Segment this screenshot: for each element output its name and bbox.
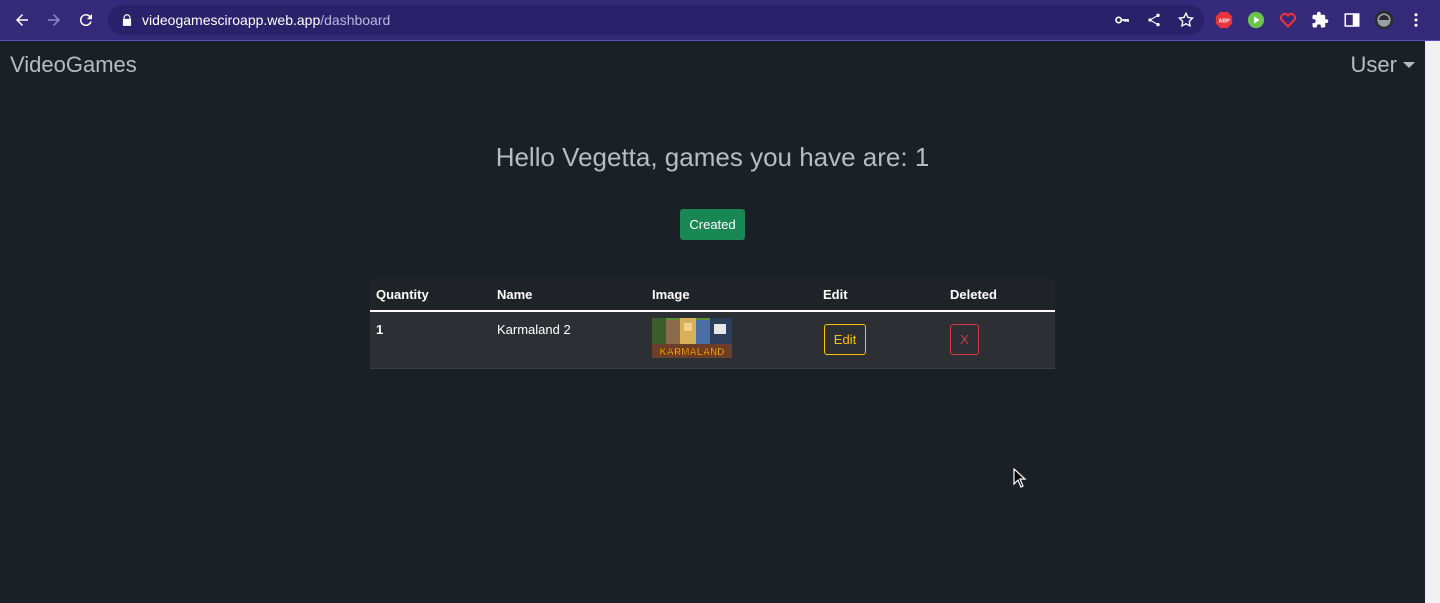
mouse-cursor-icon bbox=[1013, 468, 1027, 488]
created-button[interactable]: Created bbox=[680, 209, 745, 240]
header-image: Image bbox=[652, 286, 690, 302]
cell-name: Karmaland 2 bbox=[497, 322, 571, 337]
arrow-left-icon bbox=[16, 14, 28, 26]
header-quantity: Quantity bbox=[376, 286, 429, 302]
key-icon[interactable] bbox=[1112, 10, 1132, 30]
browser-toolbar: videogamesciroapp.web.app/dashboard ABP bbox=[0, 0, 1440, 40]
lock-icon bbox=[122, 14, 132, 26]
games-table: Quantity Name Image Edit Deleted 1 Karma… bbox=[370, 278, 1055, 369]
star-icon[interactable] bbox=[1176, 10, 1196, 30]
url-text: videogamesciroapp.web.app/dashboard bbox=[142, 12, 391, 28]
share-icon[interactable] bbox=[1144, 10, 1164, 30]
header-edit: Edit bbox=[823, 286, 848, 302]
forward-button[interactable] bbox=[38, 4, 70, 36]
cell-edit: Edit bbox=[817, 311, 944, 368]
cell-quantity: 1 bbox=[376, 322, 384, 337]
header-name: Name bbox=[497, 286, 533, 302]
page-title: Hello Vegetta, games you have are: 1 bbox=[495, 142, 930, 172]
kebab-menu-icon[interactable] bbox=[1406, 10, 1426, 30]
play-extension-icon[interactable] bbox=[1246, 10, 1266, 30]
page-content: VideoGames User Hello Vegetta, games you… bbox=[0, 41, 1425, 603]
header-deleted: Deleted bbox=[950, 286, 997, 302]
arrow-right-icon bbox=[48, 14, 60, 26]
back-button[interactable] bbox=[6, 4, 38, 36]
game-cover-caption: KARMALAND bbox=[660, 347, 725, 358]
address-bar[interactable]: videogamesciroapp.web.app/dashboard bbox=[108, 5, 1204, 35]
table-row: 1 Karmaland 2 KARMALAND Edit X bbox=[370, 311, 1055, 368]
table-header-row: Quantity Name Image Edit Deleted bbox=[370, 278, 1055, 311]
user-dropdown[interactable]: User bbox=[1351, 52, 1415, 78]
delete-button[interactable]: X bbox=[950, 324, 979, 355]
heart-extension-icon[interactable] bbox=[1278, 10, 1298, 30]
cell-image: KARMALAND bbox=[646, 311, 817, 368]
profile-avatar-icon[interactable] bbox=[1374, 10, 1394, 30]
game-cover-image: KARMALAND bbox=[652, 318, 732, 358]
scrollbar[interactable] bbox=[1425, 41, 1440, 603]
navbar-brand[interactable]: VideoGames bbox=[10, 52, 137, 78]
reload-button[interactable] bbox=[70, 4, 102, 36]
caret-down-icon bbox=[1403, 62, 1415, 68]
edit-button[interactable]: Edit bbox=[824, 324, 866, 355]
side-panel-icon[interactable] bbox=[1342, 10, 1362, 30]
svg-text:ABP: ABP bbox=[1218, 19, 1230, 25]
user-dropdown-label: User bbox=[1350, 52, 1397, 77]
cell-delete: X bbox=[944, 311, 1055, 368]
reload-icon bbox=[79, 14, 92, 27]
adblock-icon[interactable]: ABP bbox=[1214, 10, 1234, 30]
puzzle-icon[interactable] bbox=[1310, 10, 1330, 30]
